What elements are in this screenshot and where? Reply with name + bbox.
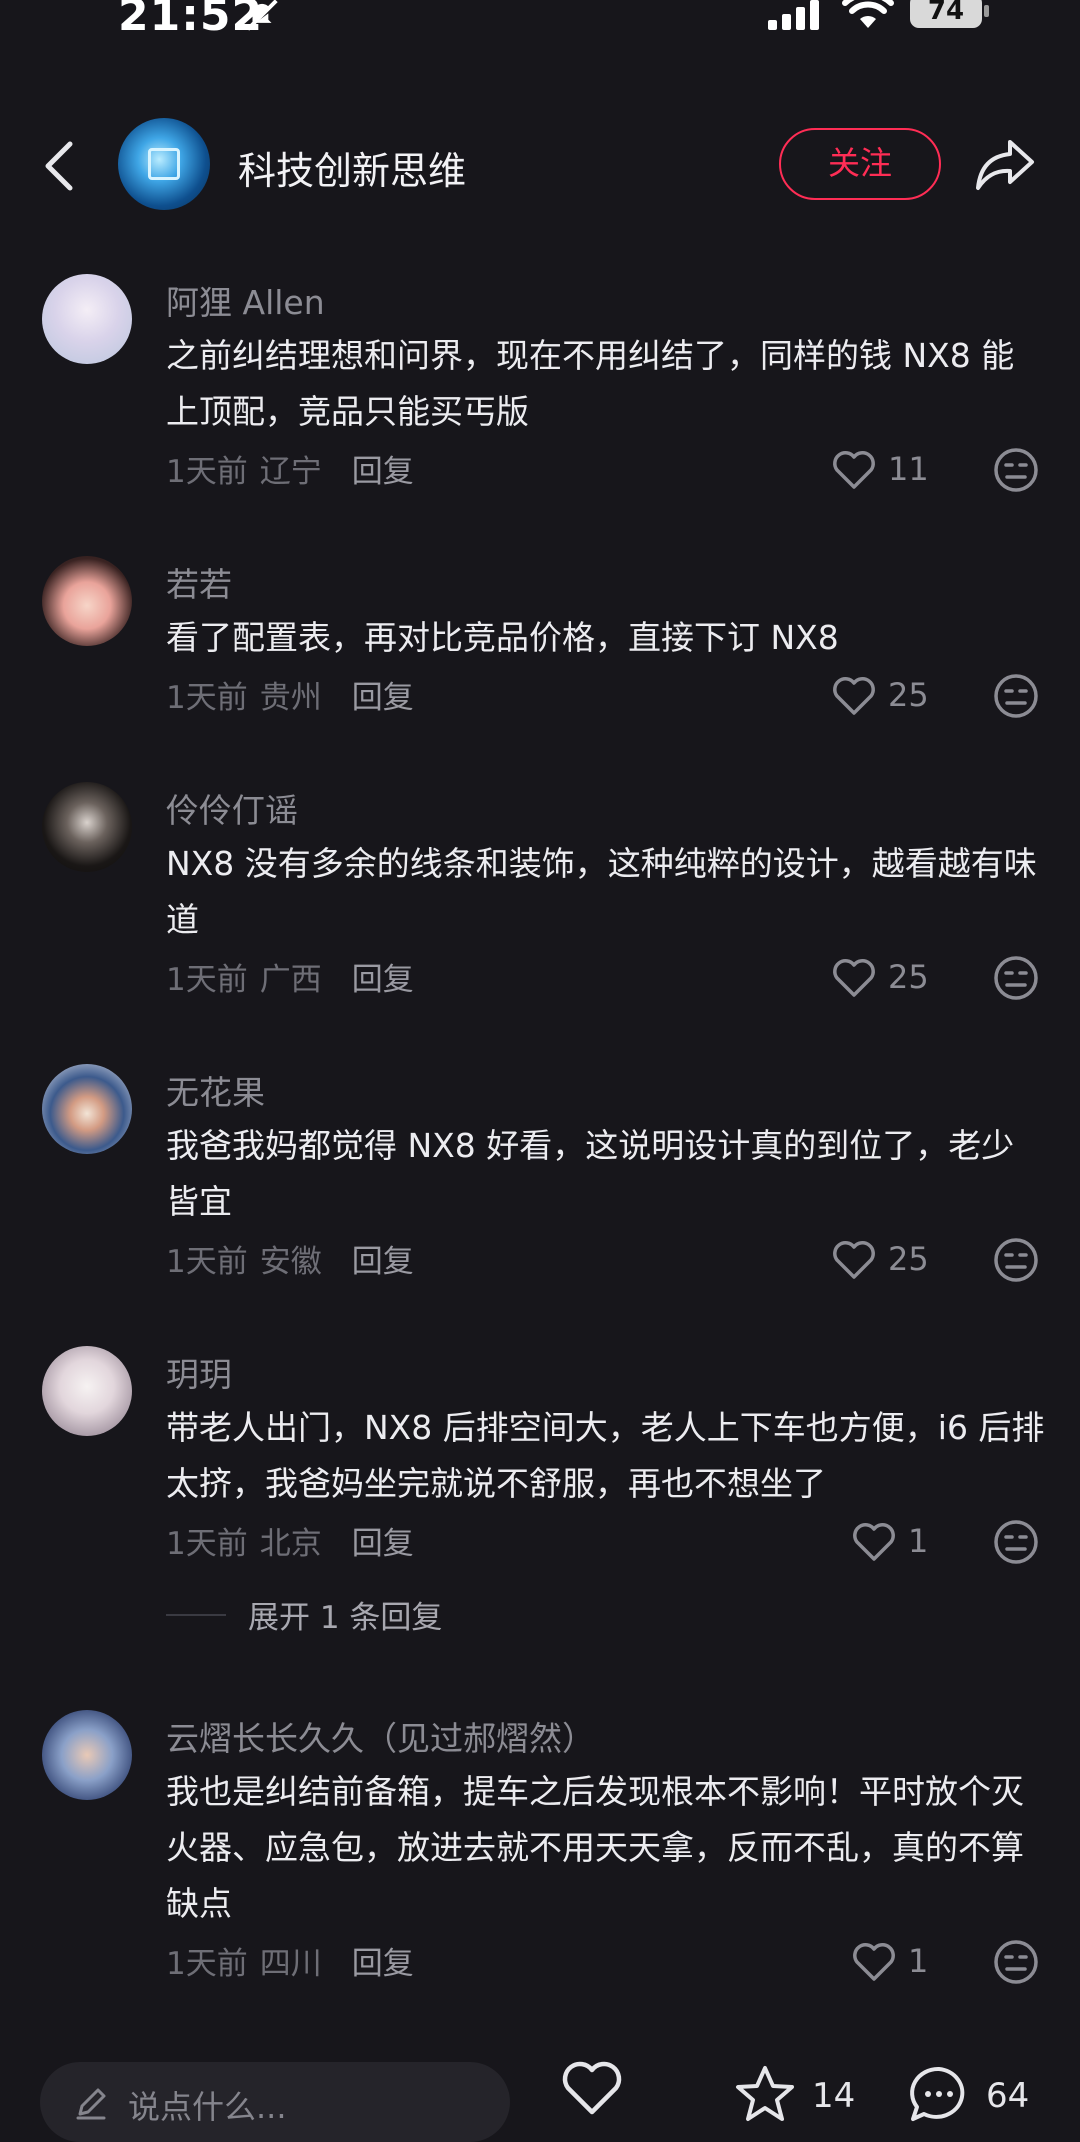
comment-meta: 1天前 辽宁 回复 xyxy=(166,446,414,491)
pencil-icon xyxy=(76,2088,106,2120)
status-bar: 21:52 74 xyxy=(0,0,1080,41)
expand-replies-button[interactable]: 展开 1 条回复 xyxy=(248,1592,442,1637)
comment-location: 安徽 xyxy=(259,1244,322,1280)
comment-username[interactable]: 无花果 xyxy=(166,1066,265,1114)
comment-username[interactable]: 云熠长长久久（见过郝熠然） xyxy=(166,1712,595,1760)
comment-text: 我也是纠结前备箱，提车之后发现根本不影响！平时放个灭火器、应急包，放进去就不用天… xyxy=(166,1772,1024,1923)
star-icon[interactable] xyxy=(734,2064,796,2124)
comment-username[interactable]: 阿狸 Allen xyxy=(166,276,325,324)
like-count: 25 xyxy=(888,1240,929,1278)
bell-off-icon xyxy=(246,0,278,31)
follow-button[interactable]: 关注 xyxy=(779,128,941,200)
avatar[interactable] xyxy=(42,782,132,872)
like-button[interactable]: 25 xyxy=(832,672,952,722)
reply-button[interactable]: 回复 xyxy=(352,1946,414,1982)
dislike-face-icon[interactable] xyxy=(992,1236,1040,1284)
avatar[interactable] xyxy=(42,556,132,646)
comment-meta: 1天前 广西 回复 xyxy=(166,954,414,999)
dislike-face-icon[interactable] xyxy=(992,954,1040,1002)
comment-username[interactable]: 玥玥 xyxy=(166,1348,232,1396)
comment-username[interactable]: 伶伶仃谣 xyxy=(166,784,298,832)
comment-text: 看了配置表，再对比竞品价格，直接下订 NX8 xyxy=(166,618,839,657)
status-time: 21:52 xyxy=(118,0,264,41)
heart-icon xyxy=(853,1523,895,1561)
heart-icon xyxy=(833,1241,875,1279)
battery-level: 74 xyxy=(927,0,965,26)
heart-icon xyxy=(833,959,875,997)
comment-location: 广西 xyxy=(259,962,322,998)
comment-location: 四川 xyxy=(259,1946,322,1982)
reply-button[interactable]: 回复 xyxy=(352,680,414,716)
like-count: 25 xyxy=(888,676,929,714)
comment-time: 1天前 xyxy=(166,962,248,998)
reply-button[interactable]: 回复 xyxy=(352,454,414,490)
comment-location: 北京 xyxy=(259,1526,322,1562)
reply-button[interactable]: 回复 xyxy=(352,962,414,998)
avatar[interactable] xyxy=(42,1710,132,1800)
comment-location: 辽宁 xyxy=(259,454,322,490)
heart-icon xyxy=(833,451,875,489)
comment-meta: 1天前 贵州 回复 xyxy=(166,672,414,717)
comment-meta: 1天前 四川 回复 xyxy=(166,1938,414,1983)
like-count: 11 xyxy=(888,450,929,488)
comment-text: NX8 没有多余的线条和装饰，这种纯粹的设计，越看越有味道 xyxy=(166,844,1037,939)
heart-icon[interactable] xyxy=(560,2060,624,2116)
dislike-face-icon[interactable] xyxy=(992,1518,1040,1566)
bottom-bar: 说点什么... 14 64 xyxy=(0,2050,1080,2142)
reply-button[interactable]: 回复 xyxy=(352,1244,414,1280)
heart-icon xyxy=(833,677,875,715)
channel-avatar[interactable] xyxy=(118,118,210,210)
comment-meta: 1天前 北京 回复 xyxy=(166,1518,414,1563)
comment-time: 1天前 xyxy=(166,680,248,716)
like-button[interactable]: 25 xyxy=(832,1236,952,1286)
like-button[interactable]: 11 xyxy=(832,446,952,496)
reply-button[interactable]: 回复 xyxy=(352,1526,414,1562)
star-count: 14 xyxy=(812,2076,856,2116)
comment-time: 1天前 xyxy=(166,454,248,490)
wifi-icon xyxy=(842,0,894,28)
comment-location: 贵州 xyxy=(259,680,322,716)
avatar[interactable] xyxy=(42,1346,132,1436)
comment-input[interactable]: 说点什么... xyxy=(40,2062,510,2142)
like-count: 1 xyxy=(908,1522,929,1560)
dislike-face-icon[interactable] xyxy=(992,1938,1040,1986)
comment-meta: 1天前 安徽 回复 xyxy=(166,1236,414,1281)
comment-time: 1天前 xyxy=(166,1244,248,1280)
like-button[interactable]: 1 xyxy=(852,1518,972,1568)
comment-time: 1天前 xyxy=(166,1946,248,1982)
expand-divider xyxy=(166,1614,226,1616)
comment-text: 我爸我妈都觉得 NX8 好看，这说明设计真的到位了，老少皆宜 xyxy=(166,1126,1015,1221)
comment-time: 1天前 xyxy=(166,1526,248,1562)
avatar[interactable] xyxy=(42,1064,132,1154)
avatar[interactable] xyxy=(42,274,132,364)
chat-bubble-icon[interactable] xyxy=(908,2064,970,2124)
like-button[interactable]: 25 xyxy=(832,954,952,1004)
share-icon[interactable] xyxy=(974,136,1036,192)
comment-text: 之前纠结理想和问界，现在不用纠结了，同样的钱 NX8 能上顶配，竞品只能买丐版 xyxy=(166,336,1015,431)
like-button[interactable]: 1 xyxy=(852,1938,972,1988)
like-count: 25 xyxy=(888,958,929,996)
back-icon[interactable] xyxy=(40,140,80,192)
signal-icon xyxy=(768,0,819,30)
dislike-face-icon[interactable] xyxy=(992,672,1040,720)
comment-username[interactable]: 若若 xyxy=(166,558,232,606)
heart-icon xyxy=(853,1943,895,1981)
header: 科技创新思维 关注 xyxy=(0,110,1080,220)
comment-text: 带老人出门，NX8 后排空间大，老人上下车也方便，i6 后排太挤，我爸妈坐完就说… xyxy=(166,1408,1045,1503)
comment-input-placeholder: 说点什么... xyxy=(128,2088,287,2126)
channel-name[interactable]: 科技创新思维 xyxy=(238,140,466,195)
battery-indicator: 74 xyxy=(910,0,990,30)
comment-count: 64 xyxy=(986,2076,1030,2116)
like-count: 1 xyxy=(908,1942,929,1980)
dislike-face-icon[interactable] xyxy=(992,446,1040,494)
